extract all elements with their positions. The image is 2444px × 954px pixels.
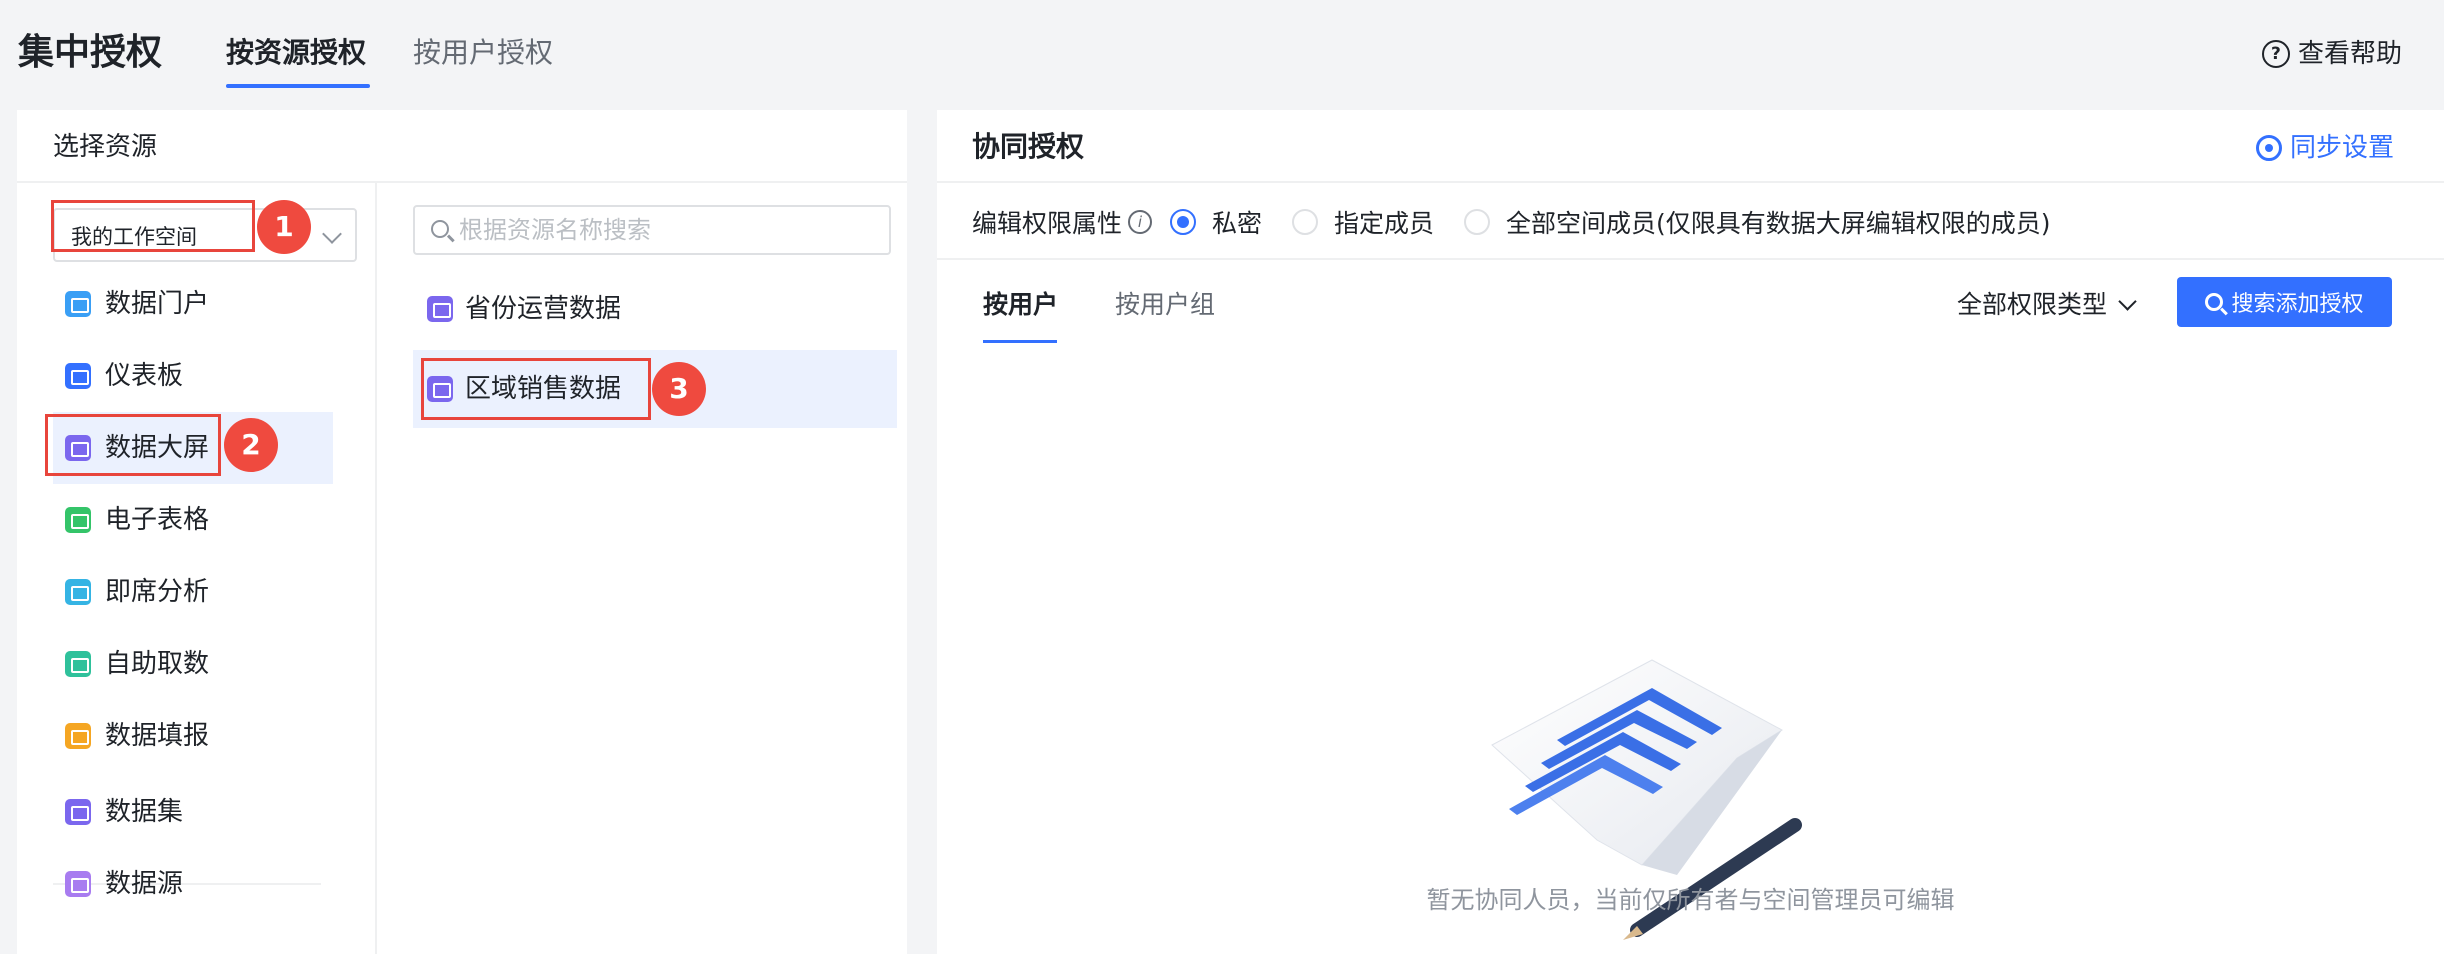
collaboration-header-border — [937, 110, 2444, 183]
self-service-icon — [65, 651, 91, 677]
collaboration-panel: 协同授权 同步设置 编辑权限属性 i 私密 指定成员 全部空间成员(仅限具有数据… — [937, 110, 2444, 954]
resource-type-spreadsheet[interactable]: 电子表格 — [53, 484, 333, 556]
tab-by-user-group[interactable]: 按用户组 — [1115, 286, 1215, 324]
annotation-box-3 — [421, 358, 651, 420]
help-link[interactable]: ? 查看帮助 — [2261, 34, 2402, 74]
info-icon[interactable]: i — [1128, 210, 1153, 234]
resource-item-label: 省份运营数据 — [465, 294, 622, 324]
portal-icon — [65, 291, 91, 317]
resource-type-label: 电子表格 — [105, 505, 210, 535]
dataset-icon — [65, 799, 91, 825]
permission-type-filter[interactable]: 全部权限类型 — [1957, 286, 2137, 324]
annotation-badge-3: 3 — [652, 362, 706, 416]
tab-by-user-sub[interactable]: 按用户 — [983, 286, 1058, 324]
search-add-auth-button[interactable]: 搜索添加授权 — [2177, 277, 2392, 327]
active-subtab-indicator — [983, 340, 1057, 343]
resource-type-datasource[interactable]: 数据源 — [53, 848, 333, 920]
page-title: 集中授权 — [18, 32, 163, 73]
question-circle-icon: ? — [2261, 40, 2290, 68]
help-label: 查看帮助 — [2297, 39, 2402, 69]
resource-type-adhoc[interactable]: 即席分析 — [53, 556, 333, 628]
form-icon — [65, 723, 91, 749]
resource-type-dataset[interactable]: 数据集 — [53, 776, 333, 848]
tab-by-resource[interactable]: 按资源授权 — [226, 32, 366, 74]
resource-type-label: 数据填报 — [105, 721, 210, 751]
radio-private-label: 私密 — [1212, 209, 1263, 238]
resource-type-dashboard[interactable]: 仪表板 — [53, 340, 333, 412]
annotation-box-2 — [45, 414, 221, 476]
resource-type-label: 数据源 — [105, 869, 184, 899]
resource-type-self-service[interactable]: 自助取数 — [53, 628, 333, 700]
radio-private[interactable] — [1170, 209, 1197, 235]
dashboard-icon — [65, 363, 91, 389]
adhoc-icon — [65, 579, 91, 605]
resource-panel-title: 选择资源 — [53, 132, 158, 162]
search-icon — [431, 220, 449, 238]
datasource-icon — [65, 871, 91, 897]
resource-type-label: 数据集 — [105, 797, 184, 827]
resource-type-portal[interactable]: 数据门户 — [53, 268, 333, 340]
screen-icon — [427, 296, 453, 322]
spreadsheet-icon — [65, 507, 91, 533]
radio-all-members[interactable] — [1464, 209, 1491, 235]
resource-type-label: 仪表板 — [105, 361, 184, 391]
radio-specified-members[interactable] — [1292, 209, 1319, 235]
active-tab-indicator — [226, 84, 370, 88]
resource-type-label: 即席分析 — [105, 577, 210, 607]
radio-all-members-label: 全部空间成员(仅限具有数据大屏编辑权限的成员) — [1506, 209, 2051, 238]
search-add-auth-label: 搜索添加授权 — [2231, 292, 2364, 317]
resource-type-form[interactable]: 数据填报 — [53, 700, 333, 772]
top-header: 集中授权 按资源授权 按用户授权 ? 查看帮助 — [0, 0, 2444, 110]
annotation-badge-2: 2 — [224, 418, 278, 472]
resource-panel-header: 选择资源 — [17, 110, 907, 183]
resource-search[interactable] — [413, 205, 891, 255]
radio-specified-members-label: 指定成员 — [1334, 209, 1435, 238]
chevron-down-icon — [322, 224, 342, 244]
tab-by-user[interactable]: 按用户授权 — [413, 32, 553, 74]
resource-type-label: 自助取数 — [105, 649, 210, 679]
permission-type-filter-label: 全部权限类型 — [1957, 290, 2108, 319]
annotation-badge-1: 1 — [257, 200, 311, 254]
column-divider — [375, 183, 377, 954]
empty-state-text: 暂无协同人员，当前仅所有者与空间管理员可编辑 — [1426, 886, 1955, 914]
resource-type-label: 数据门户 — [105, 289, 210, 319]
search-icon — [2205, 293, 2224, 311]
annotation-box-1 — [51, 200, 255, 252]
resource-item-province[interactable]: 省份运营数据 — [413, 270, 897, 348]
section-divider — [937, 258, 2444, 260]
chevron-down-icon — [2118, 291, 2137, 311]
resource-search-input[interactable] — [459, 207, 879, 253]
edit-permission-label: 编辑权限属性 — [972, 209, 1123, 238]
edit-permission-row: 编辑权限属性 i 私密 指定成员 全部空间成员(仅限具有数据大屏编辑权限的成员) — [972, 200, 2081, 244]
